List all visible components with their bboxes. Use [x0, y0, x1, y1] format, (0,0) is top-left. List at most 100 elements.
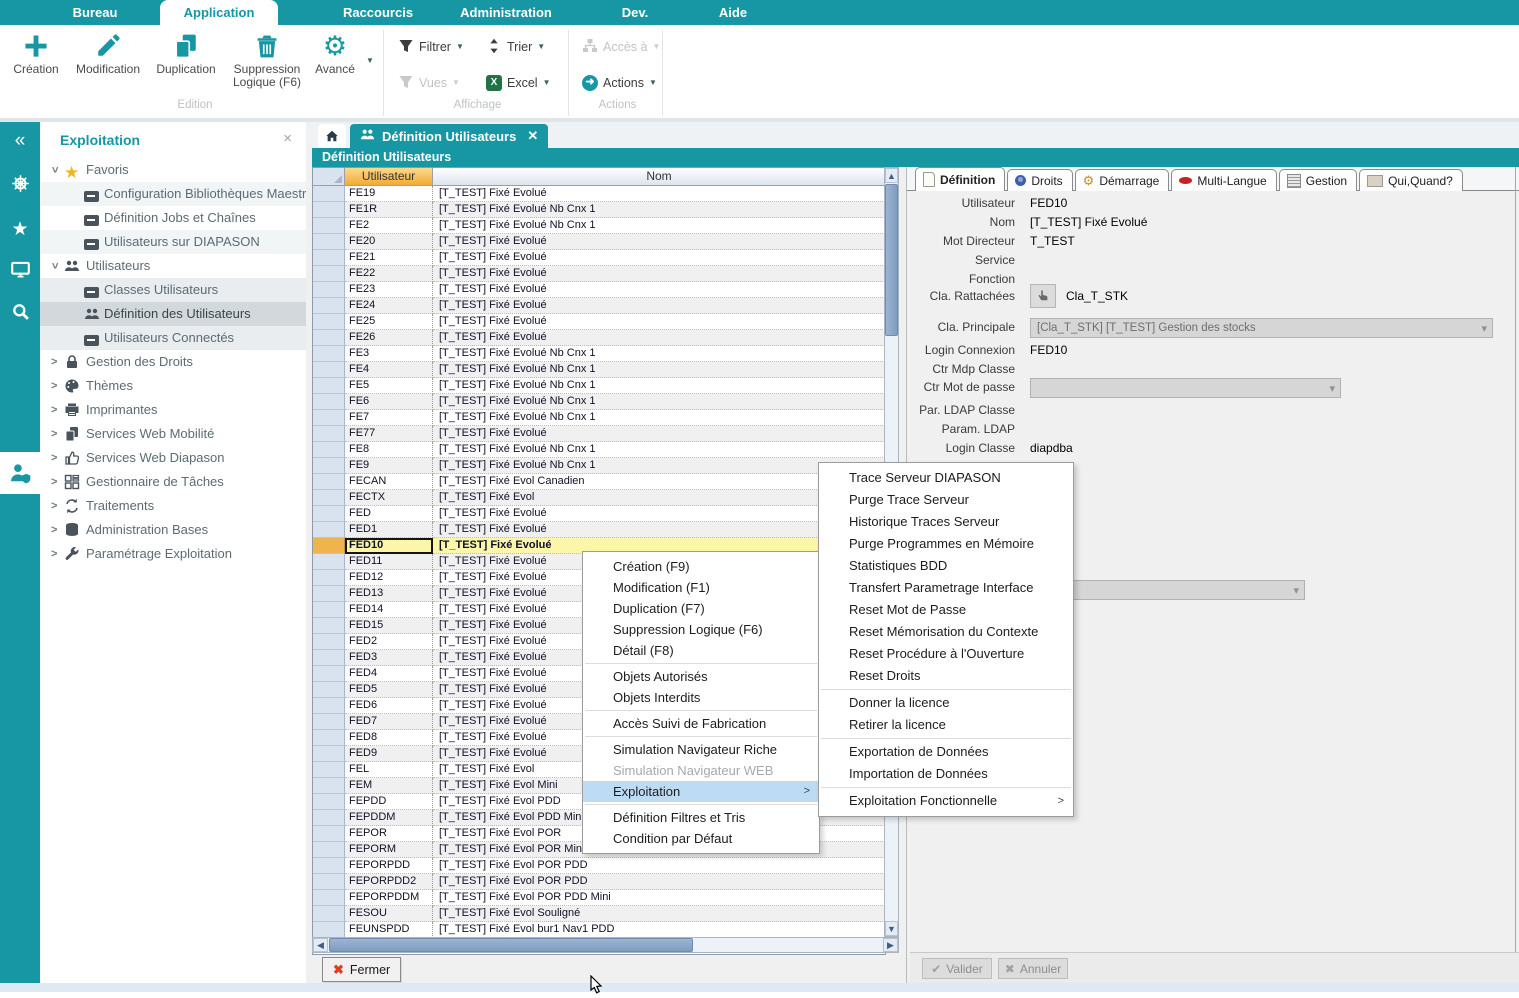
row-selector-cell[interactable]	[313, 458, 345, 474]
cell-utilisateur[interactable]: FED12	[345, 570, 433, 586]
cell-utilisateur[interactable]: FED14	[345, 602, 433, 618]
cell-utilisateur[interactable]: FE5	[345, 378, 433, 394]
row-selector-cell[interactable]	[313, 794, 345, 810]
table-row[interactable]: FE24[T_TEST] Fixé Evolué	[313, 298, 885, 314]
sub-importation-de-donnees[interactable]: Importation de Données	[819, 763, 1073, 785]
cell-nom[interactable]: [T_TEST] Fixé Evolué	[433, 234, 885, 250]
cell-utilisateur[interactable]: FEPOR	[345, 826, 433, 842]
cell-utilisateur[interactable]: FE4	[345, 362, 433, 378]
ctx-definition-filtres-et-tris[interactable]: Définition Filtres et Tris	[583, 807, 819, 828]
row-selector-cell[interactable]	[313, 586, 345, 602]
field-select[interactable]: ▾	[1030, 378, 1341, 398]
row-selector-cell[interactable]	[313, 810, 345, 826]
row-selector-cell[interactable]	[313, 186, 345, 202]
menu-administration[interactable]: Administration	[455, 0, 557, 25]
cell-utilisateur[interactable]: FEPORPDD	[345, 858, 433, 874]
cell-utilisateur[interactable]: FE77	[345, 426, 433, 442]
sidebar-item-services-web-mobilite[interactable]: >Services Web Mobilité	[40, 422, 306, 446]
ctx-acces-suivi-de-fabrication[interactable]: Accès Suivi de Fabrication	[583, 713, 819, 734]
table-row[interactable]: FE77[T_TEST] Fixé Evolué	[313, 426, 885, 442]
rail-monitor-icon[interactable]	[0, 260, 40, 282]
sub-statistiques-bdd[interactable]: Statistiques BDD	[819, 555, 1073, 577]
cell-nom[interactable]: [T_TEST] Fixé Evolué	[433, 426, 885, 442]
row-selector-cell[interactable]	[313, 378, 345, 394]
cell-utilisateur[interactable]: FE7	[345, 410, 433, 426]
scroll-right-button[interactable]: ▶	[883, 938, 898, 952]
detail-tab-gestion[interactable]: Gestion	[1279, 169, 1357, 191]
row-selector-cell[interactable]	[313, 362, 345, 378]
row-selector-cell[interactable]	[313, 410, 345, 426]
sidebar-item-traitements[interactable]: >Traitements	[40, 494, 306, 518]
tab-definition-utilisateurs[interactable]: Définition Utilisateurs✕	[350, 124, 548, 148]
row-selector-cell[interactable]	[313, 506, 345, 522]
row-selector-cell[interactable]	[313, 538, 345, 554]
cell-nom[interactable]: [T_TEST] Fixé Evolué	[433, 250, 885, 266]
table-row[interactable]: FE6[T_TEST] Fixé Evolué Nb Cnx 1	[313, 394, 885, 410]
cell-utilisateur[interactable]: FED9	[345, 746, 433, 762]
sub-transfert-parametrage-interface[interactable]: Transfert Parametrage Interface	[819, 577, 1073, 599]
cell-utilisateur[interactable]: FE1R	[345, 202, 433, 218]
cell-nom[interactable]: [T_TEST] Fixé Evolué Nb Cnx 1	[433, 202, 885, 218]
rail-collapse-icon[interactable]: «	[0, 130, 40, 152]
table-row[interactable]: FE9[T_TEST] Fixé Evolué Nb Cnx 1	[313, 458, 885, 474]
sidebar-close-icon[interactable]: ×	[283, 130, 292, 147]
row-selector-cell[interactable]	[313, 906, 345, 922]
ctx-condition-par-defaut[interactable]: Condition par Défaut	[583, 828, 819, 849]
menu-application[interactable]: Application	[160, 0, 278, 25]
rail-search-icon[interactable]	[0, 302, 40, 324]
menu-bureau[interactable]: Bureau	[55, 0, 135, 25]
menu-dev[interactable]: Dev.	[610, 0, 660, 25]
table-row[interactable]: FE4[T_TEST] Fixé Evolué Nb Cnx 1	[313, 362, 885, 378]
row-selector-cell[interactable]	[313, 298, 345, 314]
ctx-duplication-f7[interactable]: Duplication (F7)	[583, 598, 819, 619]
sidebar-item-administration-bases[interactable]: >Administration Bases	[40, 518, 306, 542]
table-row[interactable]: FE23[T_TEST] Fixé Evolué	[313, 282, 885, 298]
field-select[interactable]: [Cla_T_STK] [T_TEST] Gestion des stocks▾	[1030, 318, 1493, 338]
sidebar-item-definition-jobs-et-chaines[interactable]: Définition Jobs et Chaînes	[40, 206, 306, 230]
cell-utilisateur[interactable]: FE19	[345, 186, 433, 202]
chevron-right-icon[interactable]: >	[51, 374, 57, 398]
row-selector-cell[interactable]	[313, 682, 345, 698]
row-selector-cell[interactable]	[313, 394, 345, 410]
cell-nom[interactable]: [T_TEST] Fixé Evolué	[433, 298, 885, 314]
cell-utilisateur[interactable]: FEL	[345, 762, 433, 778]
cell-nom[interactable]: [T_TEST] Fixé Evolué Nb Cnx 1	[433, 410, 885, 426]
table-row[interactable]: FE21[T_TEST] Fixé Evolué	[313, 250, 885, 266]
cell-utilisateur[interactable]: FECTX	[345, 490, 433, 506]
table-header-selector[interactable]	[313, 168, 345, 186]
toolbar-duplication-button[interactable]: Duplication	[148, 31, 224, 76]
cell-utilisateur[interactable]: FED3	[345, 650, 433, 666]
cell-nom[interactable]: [T_TEST] Fixé Evolué	[433, 266, 885, 282]
sidebar-item-utilisateurs-sur-diapason[interactable]: Utilisateurs sur DIAPASON	[40, 230, 306, 254]
sub-purge-trace-serveur[interactable]: Purge Trace Serveur	[819, 489, 1073, 511]
row-selector-cell[interactable]	[313, 922, 345, 938]
row-selector-cell[interactable]	[313, 282, 345, 298]
row-selector-cell[interactable]	[313, 778, 345, 794]
ctx-simulation-navigateur-riche[interactable]: Simulation Navigateur Riche	[583, 739, 819, 760]
cell-utilisateur[interactable]: FED	[345, 506, 433, 522]
toolbar-trier-button[interactable]: Trier▼	[486, 36, 545, 58]
cell-utilisateur[interactable]: FEPDD	[345, 794, 433, 810]
cell-utilisateur[interactable]: FE25	[345, 314, 433, 330]
row-selector-cell[interactable]	[313, 650, 345, 666]
sidebar-item-parametrage-exploitation[interactable]: >Paramétrage Exploitation	[40, 542, 306, 566]
table-row[interactable]: FE19[T_TEST] Fixé Evolué	[313, 186, 885, 202]
row-selector-cell[interactable]	[313, 826, 345, 842]
row-selector-cell[interactable]	[313, 266, 345, 282]
table-horizontal-scrollbar[interactable]: ◀▶	[312, 937, 899, 953]
row-selector-cell[interactable]	[313, 250, 345, 266]
ctx-modification-f1[interactable]: Modification (F1)	[583, 577, 819, 598]
sidebar-item-classes-utilisateurs[interactable]: Classes Utilisateurs	[40, 278, 306, 302]
row-selector-cell[interactable]	[313, 570, 345, 586]
row-selector-cell[interactable]	[313, 890, 345, 906]
ctx-detail-f8[interactable]: Détail (F8)	[583, 640, 819, 661]
row-selector-cell[interactable]	[313, 426, 345, 442]
cell-nom[interactable]: [T_TEST] Fixé Evol POR PDD Mini	[433, 890, 885, 906]
cell-utilisateur[interactable]: FE21	[345, 250, 433, 266]
rail-star-icon[interactable]: ★	[0, 218, 40, 241]
fermer-button[interactable]: ✖ Fermer	[322, 957, 401, 982]
table-row[interactable]: FE22[T_TEST] Fixé Evolué	[313, 266, 885, 282]
table-row[interactable]: FECAN[T_TEST] Fixé Evol Canadien	[313, 474, 885, 490]
scroll-left-button[interactable]: ◀	[313, 938, 328, 952]
chevron-right-icon[interactable]: >	[51, 470, 57, 494]
